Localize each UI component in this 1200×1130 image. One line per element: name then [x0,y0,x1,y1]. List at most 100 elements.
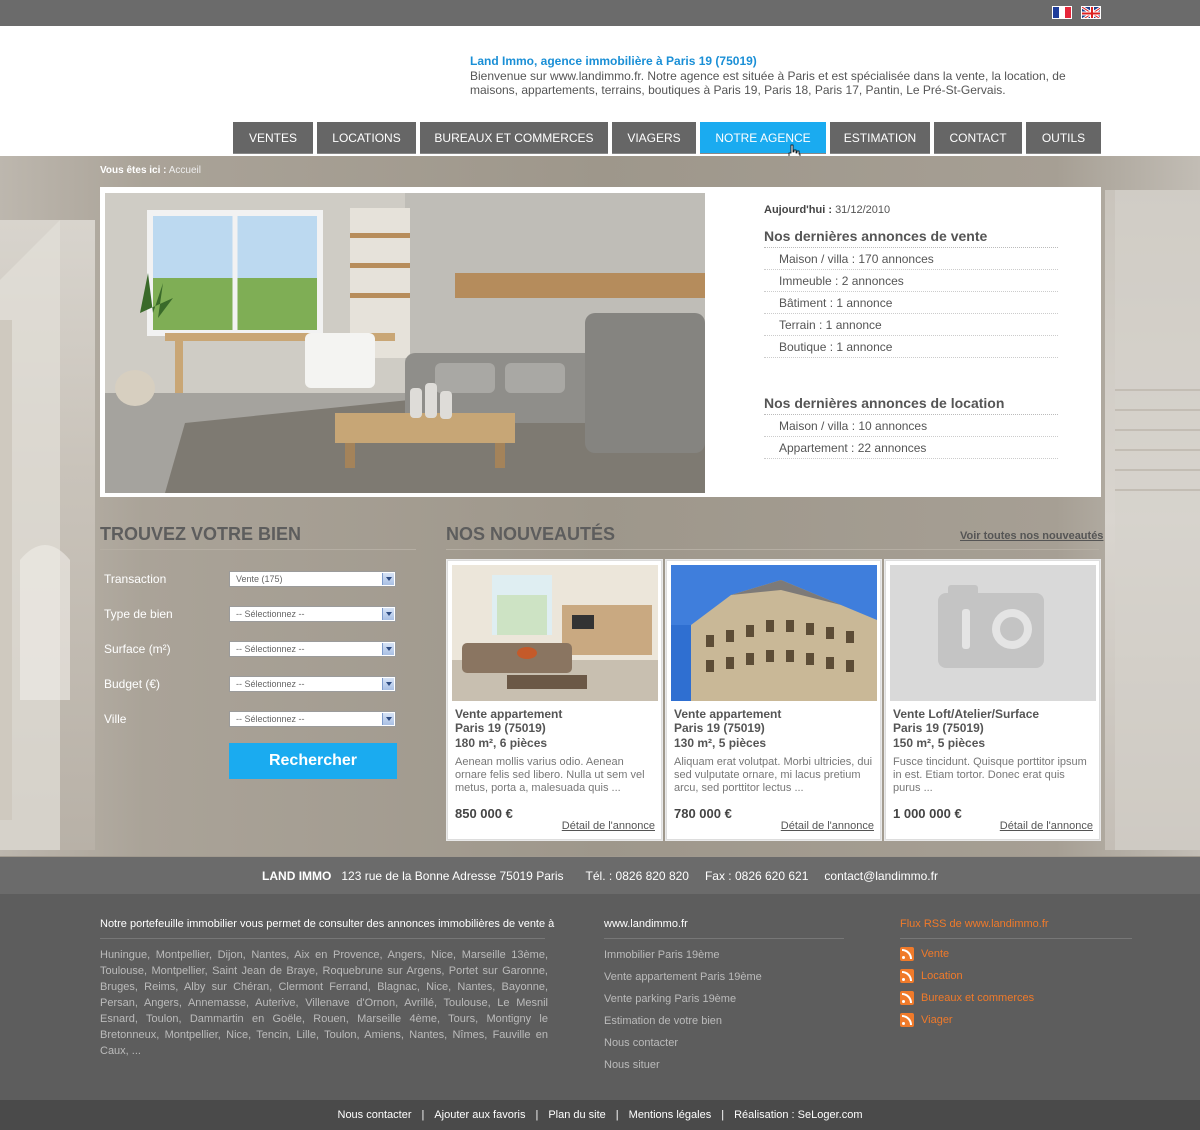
contact-link[interactable]: Nous contacter [338,1109,412,1121]
separator: | [615,1109,619,1121]
english-flag-icon[interactable] [1081,6,1101,19]
search-title: TROUVEZ VOTRE BIEN [100,524,302,544]
chevron-down-icon[interactable] [382,713,394,725]
agency-fax: Fax : 0826 620 621 [704,868,809,883]
legal-link[interactable]: Mentions légales [629,1109,712,1121]
budget-select[interactable]: -- Sélectionnez -- [229,676,396,692]
see-all-news-link[interactable]: Voir toutes nos nouveautés [960,530,1103,542]
rss-title: Flux RSS de www.landimmo.fr [900,918,1049,930]
today-value: 31/12/2010 [835,204,891,216]
sitemap-link[interactable]: Plan du site [548,1109,605,1121]
city-label: Ville [104,712,127,726]
agency-phone: Tél. : 0826 820 820 [585,868,689,883]
listing-city: Paris 19 (75019) [893,721,984,735]
rss-link-label[interactable]: Location [921,970,963,982]
property-type-select-value: -- Sélectionnez -- [236,609,305,619]
news-title: NOS NOUVEAUTÉS [446,524,616,544]
separator: | [421,1109,425,1121]
listing-type: Vente appartement [674,707,782,721]
rental-stat-row[interactable]: Maison / villa : 10 annonces [764,415,1058,437]
divider [100,549,416,550]
sales-stat-row[interactable]: Boutique : 1 annonce [764,336,1058,358]
footer-site-title: www.landimmo.fr [604,918,688,930]
listing-detail-link[interactable]: Détail de l'annonce [562,820,655,832]
favorites-link[interactable]: Ajouter aux favoris [434,1109,525,1121]
nav-notre-agence[interactable]: NOTRE AGENCE [700,122,826,154]
rss-link-label[interactable]: Vente [921,948,949,960]
nav-viagers[interactable]: VIAGERS [612,122,696,154]
sales-stat-row[interactable]: Immeuble : 2 annonces [764,270,1058,292]
rss-link-location[interactable]: Location [900,969,963,983]
listing-price: 780 000 € [674,806,732,821]
property-type-select[interactable]: -- Sélectionnez -- [229,606,396,622]
listing-type: Vente appartement [455,707,563,721]
listing-photo[interactable] [671,565,877,701]
listing-price: 1 000 000 € [893,806,962,821]
credits-link[interactable]: Réalisation : SeLoger.com [734,1109,862,1121]
chevron-down-icon[interactable] [382,573,394,585]
nav-ventes[interactable]: VENTES [233,122,313,154]
chevron-down-icon[interactable] [382,678,394,690]
rss-icon [900,969,914,983]
nav-estimation[interactable]: ESTIMATION [830,122,930,154]
sales-stat-row[interactable]: Maison / villa : 170 annonces [764,248,1058,270]
listing-photo[interactable] [452,565,658,701]
footer-link[interactable]: Vente appartement Paris 19ème [604,971,762,983]
budget-select-value: -- Sélectionnez -- [236,679,305,689]
search-button[interactable]: Rechercher [229,743,397,779]
sales-stats-title: Nos dernières annonces de vente [764,228,1058,248]
divider [604,938,844,939]
transaction-select-value: Vente (175) [236,574,283,584]
listing-card[interactable]: Vente appartement Paris 19 (75019) 180 m… [447,560,662,840]
rental-stat-row[interactable]: Appartement : 22 annonces [764,437,1058,459]
breadcrumb-label: Vous êtes ici : [100,165,167,176]
sales-stat-row[interactable]: Bâtiment : 1 annonce [764,292,1058,314]
nav-outils[interactable]: OUTILS [1026,122,1101,154]
divider [100,938,545,939]
bottom-bar: Nous contacter | Ajouter aux favoris | P… [0,1100,1200,1130]
surface-select[interactable]: -- Sélectionnez -- [229,641,396,657]
today-label: Aujourd'hui : [764,204,832,216]
footer-link[interactable]: Estimation de votre bien [604,1015,722,1027]
nav-bureaux-commerces[interactable]: BUREAUX ET COMMERCES [420,122,608,154]
rss-link-label[interactable]: Bureaux et commerces [921,992,1034,1004]
living-room-photo [105,193,705,493]
listing-detail-link[interactable]: Détail de l'annonce [1000,820,1093,832]
transaction-select[interactable]: Vente (175) [229,571,396,587]
listing-type: Vente Loft/Atelier/Surface [893,707,1040,721]
rss-link-vente[interactable]: Vente [900,947,949,961]
rental-stats-title: Nos dernières annonces de location [764,395,1058,415]
nav-contact[interactable]: CONTACT [934,122,1022,154]
footer-intro: Notre portefeuille immobilier vous perme… [100,918,555,930]
agency-name: LAND IMMO [262,868,332,883]
listing-price: 850 000 € [455,806,513,821]
divider [900,938,1132,939]
breadcrumb-current[interactable]: Accueil [169,165,201,176]
no-photo-placeholder[interactable] [890,565,1096,701]
listing-detail-link[interactable]: Détail de l'annonce [781,820,874,832]
chevron-down-icon[interactable] [382,643,394,655]
footer-link[interactable]: Immobilier Paris 19ème [604,949,720,961]
footer-link[interactable]: Nous contacter [604,1037,678,1049]
listing-description: Fusce tincidunt. Quisque porttitor ipsum… [893,756,1087,794]
listing-city: Paris 19 (75019) [674,721,765,735]
listing-size: 180 m², 6 pièces [455,736,548,750]
agency-email[interactable]: contact@landimmo.fr [824,869,938,883]
rss-link-viager[interactable]: Viager [900,1013,953,1027]
french-flag-icon[interactable] [1052,6,1072,19]
chevron-down-icon[interactable] [382,608,394,620]
decor-right [1105,190,1200,850]
footer-link[interactable]: Vente parking Paris 19ème [604,993,736,1005]
sales-stat-row[interactable]: Terrain : 1 annonce [764,314,1058,336]
listing-description: Aliquam erat volutpat. Morbi ultricies, … [674,756,873,794]
site-intro: Bienvenue sur www.landimmo.fr. Notre age… [470,69,1066,97]
listing-card[interactable]: Vente appartement Paris 19 (75019) 130 m… [666,560,881,840]
footer-link[interactable]: Nous situer [604,1059,660,1071]
city-select[interactable]: -- Sélectionnez -- [229,711,396,727]
listing-card[interactable]: Vente Loft/Atelier/Surface Paris 19 (750… [885,560,1100,840]
nav-locations[interactable]: LOCATIONS [317,122,416,154]
sales-stats: Nos dernières annonces de vente Maison /… [764,228,1058,358]
rss-link-label[interactable]: Viager [921,1014,953,1026]
budget-label: Budget (€) [104,677,161,691]
rss-link-bureaux[interactable]: Bureaux et commerces [900,991,1034,1005]
